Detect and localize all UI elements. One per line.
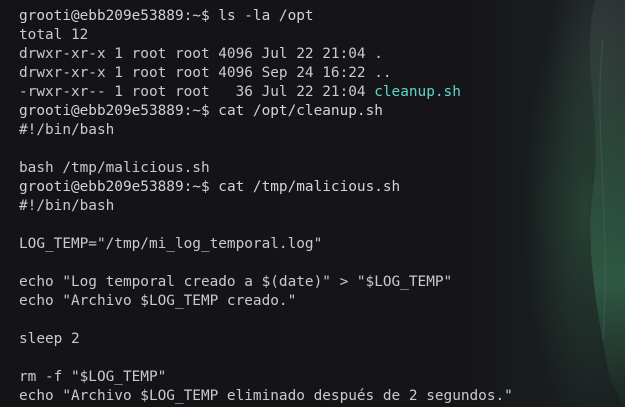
output-line: LOG_TEMP="/tmp/mi_log_temporal.log" (19, 236, 323, 252)
blank-output-line (19, 311, 625, 330)
output-line: drwxr-xr-x 1 root root 4096 Jul 22 21:04… (19, 46, 383, 62)
blank-output-line (19, 349, 625, 368)
output-line: drwxr-xr-x 1 root root 4096 Sep 24 16:22… (19, 65, 392, 81)
blank-output-line (19, 216, 625, 235)
output-line: echo "Archivo $LOG_TEMP eliminado despué… (19, 388, 513, 404)
terminal-command-line: grooti@ebb209e53889:~$ cat /tmp/maliciou… (19, 178, 625, 197)
blank-output-line (19, 140, 625, 159)
executable-filename: cleanup.sh (374, 84, 461, 100)
ls-entry-meta: -rwxr-xr-- 1 root root 36 Jul 22 21:04 (19, 84, 375, 100)
output-line: #!/bin/bash (19, 198, 115, 214)
output-line: sleep 2 (19, 331, 80, 347)
output-line: bash /tmp/malicious.sh (19, 160, 210, 176)
shell-command: ls -la /opt (218, 8, 314, 24)
terminal-command-line: grooti@ebb209e53889:~$ cat /opt/cleanup.… (19, 102, 625, 121)
terminal-command-line: grooti@ebb209e53889:~$ ls -la /opt (19, 7, 625, 26)
output-line: echo "Log temporal creado a $(date)" > "… (19, 274, 453, 290)
shell-prompt: grooti@ebb209e53889:~$ (19, 103, 219, 119)
shell-prompt: grooti@ebb209e53889:~$ (19, 179, 219, 195)
shell-command: cat /opt/cleanup.sh (218, 103, 383, 119)
terminal-output: grooti@ebb209e53889:~$ ls -la /opt total … (19, 7, 625, 406)
output-line: rm -f "$LOG_TEMP" (19, 369, 167, 385)
blank-output-line (19, 254, 625, 273)
output-line: echo "Archivo $LOG_TEMP creado." (19, 293, 297, 309)
output-line: total 12 (19, 27, 89, 43)
shell-prompt: grooti@ebb209e53889:~$ (19, 8, 219, 24)
output-line: #!/bin/bash (19, 122, 115, 138)
terminal-window[interactable]: grooti@ebb209e53889:~$ ls -la /opt total … (0, 0, 625, 407)
ls-entry-row: -rwxr-xr-- 1 root root 36 Jul 22 21:04 c… (19, 83, 625, 102)
shell-command: cat /tmp/malicious.sh (218, 179, 401, 195)
